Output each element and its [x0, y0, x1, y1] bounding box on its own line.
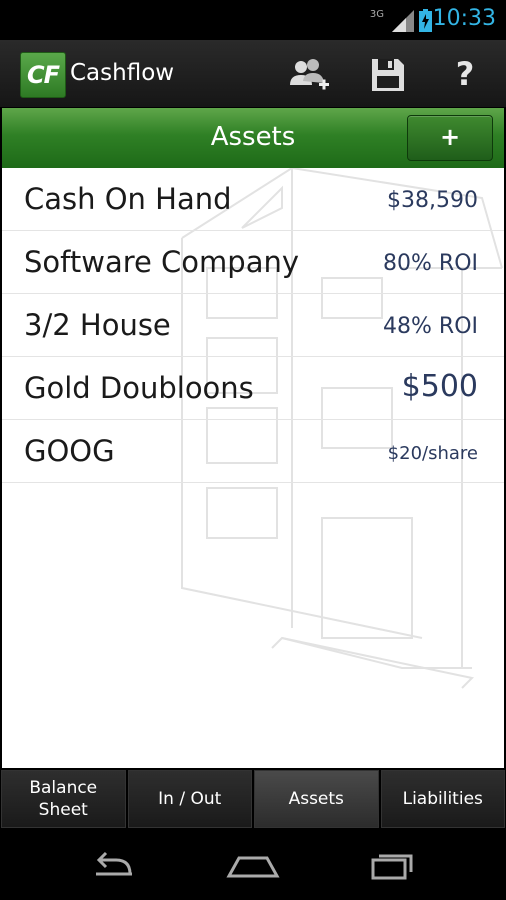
app-title: Cashflow — [70, 60, 175, 86]
asset-value: 80% ROI — [383, 251, 478, 276]
asset-row[interactable]: GOOG $20/share — [2, 420, 504, 483]
asset-value: $38,590 — [387, 188, 478, 213]
network-type: 3G — [369, 9, 384, 20]
tab-label: In / Out — [158, 789, 222, 809]
clock: 10:33 — [432, 6, 496, 31]
bottom-tab-bar: Balance Sheet In / Out Assets Liabilitie… — [0, 768, 506, 830]
asset-value: $20/share — [387, 443, 478, 464]
asset-row[interactable]: 3/2 House 48% ROI — [2, 294, 504, 357]
app-logo[interactable]: CF — [20, 52, 66, 98]
tab-liabilities[interactable]: Liabilities — [380, 770, 505, 828]
asset-row[interactable]: Cash On Hand $38,590 — [2, 168, 504, 231]
save-icon[interactable] — [366, 55, 410, 95]
action-bar: CF Cashflow ? — [0, 40, 506, 108]
tab-label: Liabilities — [402, 789, 483, 809]
section-header: Assets + — [2, 108, 504, 168]
asset-row[interactable]: Gold Doubloons $500 — [2, 357, 504, 420]
asset-name: Software Company — [24, 245, 300, 279]
asset-name: 3/2 House — [24, 308, 171, 342]
asset-row[interactable]: Software Company 80% ROI — [2, 231, 504, 294]
home-icon[interactable] — [225, 846, 281, 886]
tab-in-out[interactable]: In / Out — [127, 770, 252, 828]
recent-apps-icon[interactable] — [365, 846, 421, 886]
asset-list-panel: Cash On Hand $38,590 Software Company 80… — [2, 168, 504, 768]
tab-label: Assets — [288, 789, 344, 809]
add-players-icon[interactable] — [287, 55, 331, 95]
status-bar: 3G 10:33 — [0, 0, 506, 40]
asset-name: GOOG — [24, 434, 115, 468]
asset-value: 48% ROI — [383, 314, 478, 339]
asset-name: Gold Doubloons — [24, 371, 254, 405]
help-button[interactable]: ? — [450, 54, 480, 94]
tab-assets[interactable]: Assets — [254, 770, 379, 828]
battery-icon — [419, 9, 432, 32]
tab-label: Balance Sheet — [29, 778, 98, 820]
tab-balance-sheet[interactable]: Balance Sheet — [1, 770, 126, 828]
add-asset-button[interactable]: + — [407, 115, 493, 161]
system-nav-bar — [0, 832, 506, 900]
asset-name: Cash On Hand — [24, 182, 232, 216]
asset-value: $500 — [401, 369, 478, 404]
back-icon[interactable] — [86, 846, 142, 886]
asset-list: Cash On Hand $38,590 Software Company 80… — [2, 168, 504, 483]
signal-icon — [392, 10, 414, 32]
